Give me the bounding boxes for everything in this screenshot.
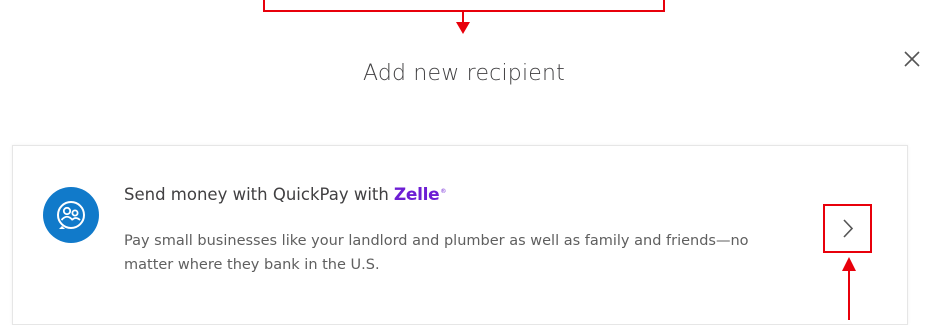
annotation-arrow-up xyxy=(848,270,850,320)
annotation-arrow-down-head xyxy=(456,22,470,34)
annotation-arrow-up-head xyxy=(842,257,856,271)
option-description: Pay small businesses like your landlord … xyxy=(124,233,749,273)
annotation-highlight-box xyxy=(263,0,665,12)
chevron-right-icon xyxy=(843,219,854,238)
quickpay-icon xyxy=(43,187,99,243)
chevron-right-button[interactable] xyxy=(823,204,872,253)
zelle-logo: Zelle® xyxy=(393,185,447,205)
option-title-text: Send money with QuickPay with xyxy=(124,185,389,204)
modal-title: Add new recipient xyxy=(363,61,565,86)
option-title: Send money with QuickPay with Zelle® xyxy=(124,185,446,205)
